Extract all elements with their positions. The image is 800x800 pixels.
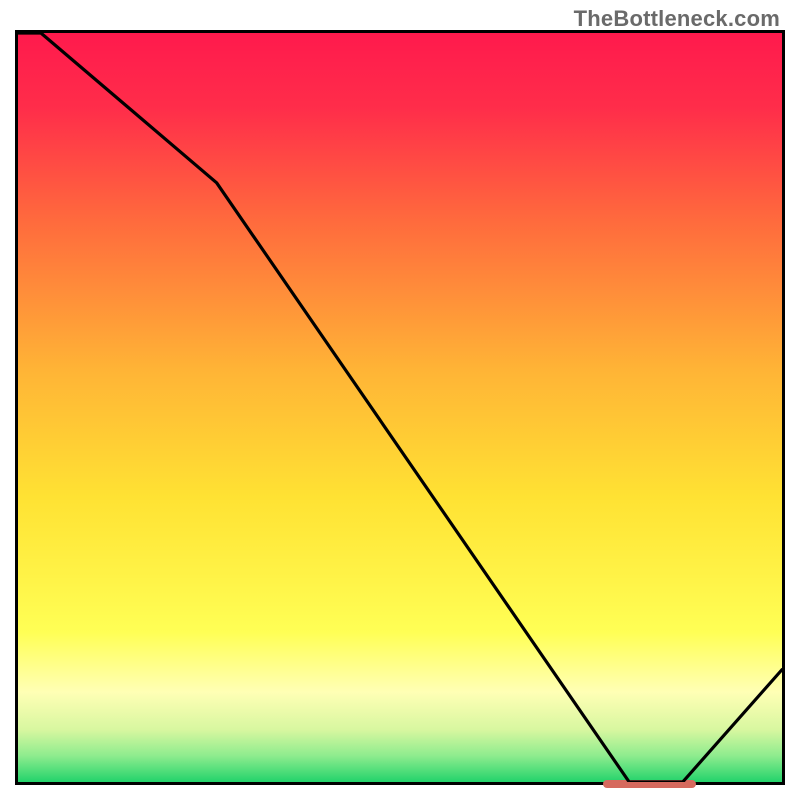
chart-container: TheBottleneck.com xyxy=(0,0,800,800)
watermark-text: TheBottleneck.com xyxy=(574,6,780,32)
plot-frame xyxy=(15,30,785,785)
data-line xyxy=(18,33,782,782)
